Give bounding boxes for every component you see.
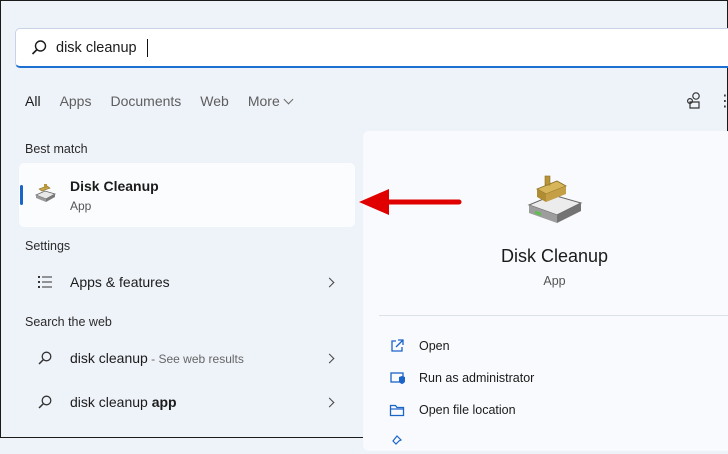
tab-web[interactable]: Web	[200, 93, 229, 109]
web-result-query: disk cleanup	[70, 350, 148, 366]
action-label: Open	[419, 339, 450, 353]
chevron-right-icon	[324, 277, 335, 288]
list-icon	[38, 276, 52, 288]
account-switch-icon[interactable]	[685, 91, 705, 111]
action-label: Open file location	[419, 403, 516, 417]
web-result-query: disk cleanup	[70, 394, 152, 410]
tab-more-label: More	[247, 93, 280, 109]
search-icon	[38, 351, 52, 365]
settings-item-label: Apps & features	[70, 274, 170, 290]
search-box[interactable]	[15, 28, 728, 68]
best-match-item[interactable]: Disk Cleanup App	[19, 163, 355, 227]
more-options-icon[interactable]: ⋮	[717, 91, 728, 111]
filter-tabs: All Apps Documents Web More	[25, 93, 311, 109]
folder-icon	[389, 404, 405, 417]
chevron-right-icon	[324, 397, 335, 408]
top-right-tools: ⋮	[677, 91, 728, 111]
web-result-bold: app	[151, 394, 177, 410]
red-arrow-annotation	[359, 189, 462, 215]
action-label: Run as administrator	[419, 371, 535, 385]
disk-cleanup-icon	[34, 184, 57, 202]
preview-panel: Disk Cleanup App Open Run as administrat…	[363, 131, 728, 451]
web-result-suffix: - See web results	[147, 352, 244, 366]
pin-icon	[392, 435, 403, 445]
divider	[379, 315, 728, 316]
settings-item-apps-features[interactable]: Apps & features	[19, 265, 349, 299]
shield-icon	[390, 372, 405, 384]
preview-title: Disk Cleanup	[500, 246, 609, 266]
tab-documents[interactable]: Documents	[110, 93, 181, 109]
web-result-1[interactable]: disk cleanup - See web results	[19, 341, 349, 375]
best-match-subtitle: App	[70, 199, 92, 213]
open-icon	[391, 339, 404, 352]
tab-more[interactable]: More	[247, 93, 294, 109]
web-result-2[interactable]: disk cleanup app	[19, 385, 349, 419]
text-caret	[147, 39, 148, 57]
search-input[interactable]	[56, 37, 456, 59]
selection-accent	[20, 185, 23, 205]
preview-subtitle: App	[543, 274, 566, 288]
disk-cleanup-large-icon	[527, 175, 583, 223]
section-settings: Settings	[25, 239, 71, 253]
section-search-web: Search the web	[25, 315, 112, 329]
section-best-match: Best match	[25, 142, 88, 156]
tab-apps[interactable]: Apps	[60, 93, 92, 109]
search-icon	[38, 395, 52, 409]
tab-all[interactable]: All	[25, 93, 41, 109]
best-match-title: Disk Cleanup	[70, 178, 159, 194]
chevron-right-icon	[324, 353, 335, 364]
search-icon	[31, 40, 47, 55]
chevron-down-icon	[283, 94, 294, 105]
